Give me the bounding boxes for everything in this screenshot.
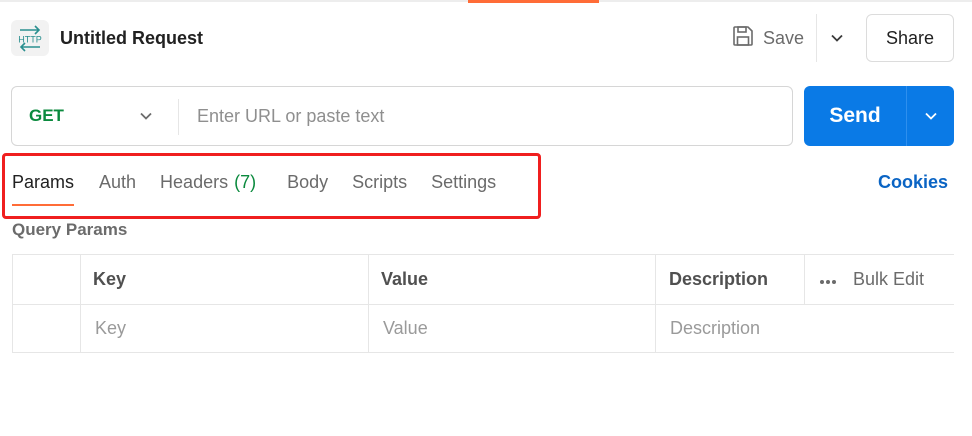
- send-button[interactable]: Send: [804, 86, 906, 146]
- url-input[interactable]: [188, 95, 778, 137]
- save-button[interactable]: Save: [726, 18, 812, 58]
- query-params-table: Key Value Description Bulk Edit: [12, 254, 954, 353]
- column-header-key: Key: [93, 269, 127, 289]
- bulk-edit-button[interactable]: Bulk Edit: [819, 255, 953, 304]
- postman-request-page: HTTP Untitled Request Save Share GET Ent…: [0, 0, 972, 436]
- http-badge-text: HTTP: [18, 35, 42, 45]
- tabs-highlight-annotation: [2, 153, 541, 219]
- param-value-input[interactable]: [383, 318, 651, 339]
- request-title[interactable]: Untitled Request: [60, 28, 203, 49]
- bulk-edit-label: Bulk Edit: [853, 269, 925, 289]
- method-label: GET: [29, 106, 64, 125]
- save-label: Save: [763, 27, 805, 48]
- more-options-icon[interactable]: [819, 269, 837, 290]
- query-params-heading: Query Params: [12, 220, 128, 239]
- chevron-down-icon: [924, 112, 937, 120]
- table-row: [95, 305, 363, 352]
- param-description-input[interactable]: [670, 318, 950, 339]
- save-icon: [732, 25, 754, 52]
- column-divider: [804, 255, 805, 304]
- save-divider: [816, 14, 817, 62]
- param-key-input[interactable]: [95, 318, 363, 339]
- active-request-tab-indicator[interactable]: [468, 0, 599, 3]
- table-row: [383, 305, 651, 352]
- method-select[interactable]: GET: [12, 87, 178, 145]
- column-header-value: Value: [381, 269, 429, 289]
- http-request-icon: HTTP: [11, 20, 49, 56]
- column-header-description: Description: [669, 269, 769, 289]
- url-bar: GET: [11, 86, 793, 146]
- save-options-button[interactable]: [823, 24, 851, 52]
- table-row: [670, 305, 950, 352]
- chevron-down-icon: [140, 112, 152, 120]
- chevron-down-icon: [831, 34, 843, 42]
- cookies-link[interactable]: Cookies: [878, 172, 948, 193]
- method-divider: [178, 99, 179, 135]
- send-options-button[interactable]: [907, 86, 954, 146]
- send-button-group: Send: [804, 86, 954, 146]
- share-button[interactable]: Share: [866, 14, 954, 62]
